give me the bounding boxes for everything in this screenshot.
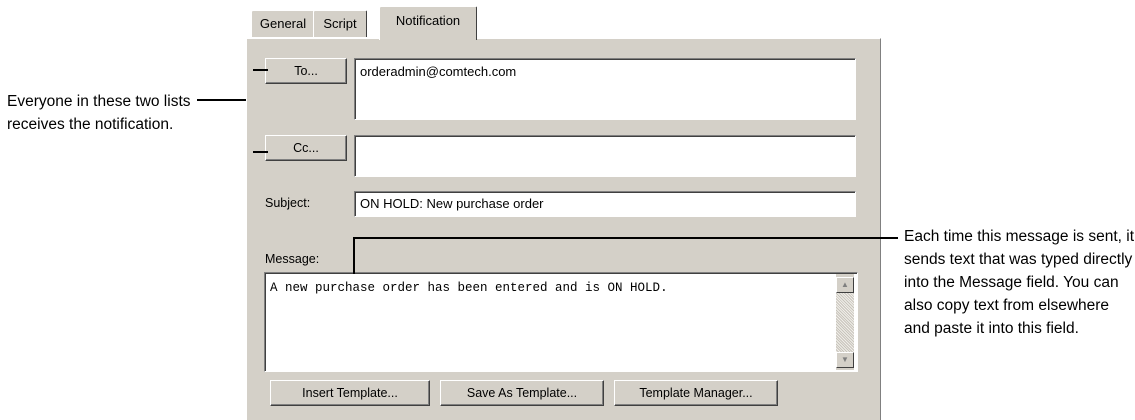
tab-script[interactable]: Script xyxy=(313,10,367,37)
subject-field[interactable]: ON HOLD: New purchase order xyxy=(354,191,856,217)
tab-general[interactable]: General xyxy=(251,10,315,37)
message-textarea-value: A new purchase order has been entered an… xyxy=(270,281,668,295)
scroll-down-arrow-icon[interactable]: ▼ xyxy=(836,352,854,368)
callout-line-right-vertical xyxy=(353,237,355,274)
callout-line-cc-tick xyxy=(253,151,268,153)
save-as-template-button[interactable]: Save As Template... xyxy=(440,380,604,406)
to-field[interactable]: orderadmin@comtech.com xyxy=(354,58,856,120)
callout-recipients: Everyone in these two lists receives the… xyxy=(7,93,191,133)
callout-line-to-tick xyxy=(253,69,268,71)
to-button[interactable]: To... xyxy=(265,58,347,84)
tab-script-label: Script xyxy=(323,16,357,31)
tab-notification-label: Notification xyxy=(395,13,461,28)
subject-field-value: ON HOLD: New purchase order xyxy=(360,196,544,211)
message-scrollbar[interactable]: ▲ ▼ xyxy=(836,274,854,370)
tab-notification[interactable]: Notification xyxy=(379,6,477,40)
to-field-value: orderadmin@comtech.com xyxy=(360,64,517,79)
insert-template-label: Insert Template... xyxy=(302,386,398,400)
template-manager-label: Template Manager... xyxy=(639,386,753,400)
callout-line-right-horizontal xyxy=(353,237,898,239)
callout-message: Each time this message is sent, it sends… xyxy=(904,228,1135,337)
message-textarea[interactable]: A new purchase order has been entered an… xyxy=(264,272,858,372)
subject-label: Subject: xyxy=(265,196,311,210)
template-manager-button[interactable]: Template Manager... xyxy=(614,380,778,406)
to-button-label: To... xyxy=(294,64,318,78)
cc-field[interactable] xyxy=(354,135,856,177)
insert-template-button[interactable]: Insert Template... xyxy=(270,380,430,406)
tab-general-label: General xyxy=(259,16,307,31)
scroll-up-arrow-icon[interactable]: ▲ xyxy=(836,277,854,293)
cc-button[interactable]: Cc... xyxy=(265,135,347,161)
save-as-template-label: Save As Template... xyxy=(466,386,578,400)
message-label: Message: xyxy=(265,252,320,266)
scroll-track[interactable] xyxy=(836,293,854,353)
cc-button-label: Cc... xyxy=(293,141,319,155)
